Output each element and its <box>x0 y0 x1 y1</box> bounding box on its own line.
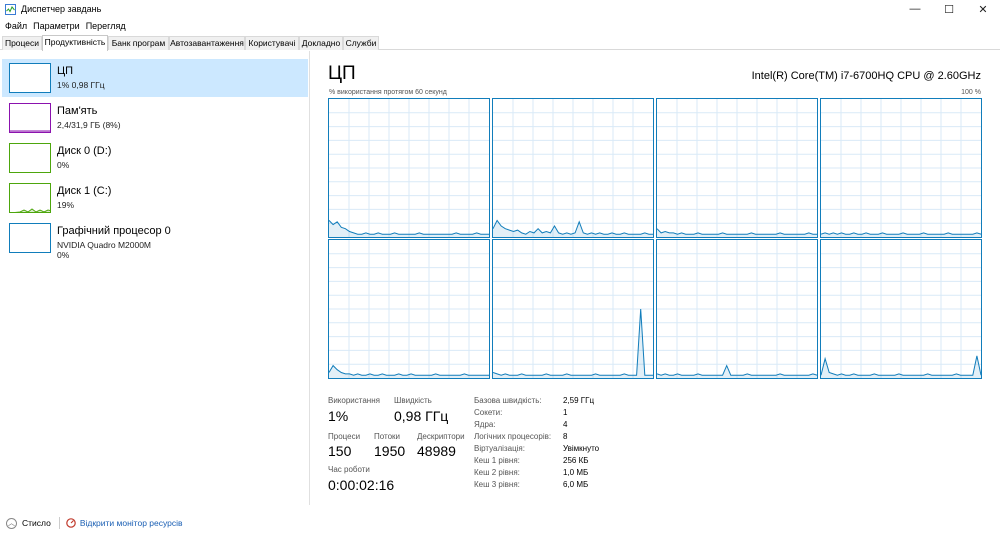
info-l2-value: 1,0 МБ <box>563 468 589 477</box>
sidebar-item-model: NVIDIA Quadro M2000M <box>57 240 152 250</box>
maximize-button[interactable]: ☐ <box>932 0 966 18</box>
sidebar-item-label: ЦП <box>57 65 74 77</box>
core-graph-0 <box>328 98 490 238</box>
sidebar-item-value: 19% <box>57 200 75 210</box>
sidebar-item-label: Диск 1 (C:) <box>57 185 112 197</box>
sidebar-item-disk-1[interactable]: Диск 1 (C:) 19% <box>2 179 308 217</box>
tab-performance[interactable]: Продуктивність <box>42 35 108 51</box>
threads-label: Потоки <box>374 432 401 441</box>
sidebar-item-gpu-0[interactable]: Графічний процесор 0 NVIDIA Quadro M2000… <box>2 219 308 263</box>
minimize-button[interactable]: — <box>898 0 932 18</box>
usage-label: Використання <box>328 396 380 405</box>
cpu-model-name: Intel(R) Core(TM) i7-6700HQ CPU @ 2.60GH… <box>751 70 981 82</box>
resource-monitor-label: Відкрити монітор ресурсів <box>79 518 183 528</box>
memory-thumbnail-graph <box>9 103 51 133</box>
info-cores-label: Ядра: <box>474 420 496 429</box>
info-l1-value: 256 КБ <box>563 456 589 465</box>
core-graph-2 <box>656 98 818 238</box>
footer-bar: ︿ Стисло Відкрити монітор ресурсів <box>0 512 1000 534</box>
info-base-speed-label: Базова швидкість: <box>474 396 542 405</box>
tab-app-history[interactable]: Банк програм <box>108 36 169 50</box>
close-button[interactable]: ✕ <box>966 0 1000 18</box>
info-l3-label: Кеш 3 рівня: <box>474 480 520 489</box>
threads-value: 1950 <box>374 443 406 459</box>
sidebar-item-label: Пам'ять <box>57 105 98 117</box>
menu-file[interactable]: Файл <box>2 21 30 31</box>
info-logical-value: 8 <box>563 432 568 441</box>
handles-label: Дескриптори <box>417 432 465 441</box>
tab-strip: Процеси Продуктивність Банк програм Авто… <box>0 35 1000 51</box>
core-graph-6 <box>656 239 818 379</box>
logical-processor-graphs <box>328 98 982 380</box>
sidebar-item-label: Графічний процесор 0 <box>57 225 171 237</box>
menu-view[interactable]: Перегляд <box>83 21 129 31</box>
info-l2-label: Кеш 2 рівня: <box>474 468 520 477</box>
usage-value: 1% <box>328 408 349 424</box>
speed-label: Швидкість <box>394 396 432 405</box>
tab-startup[interactable]: Автозавантаження <box>169 36 245 50</box>
menu-options[interactable]: Параметри <box>30 21 83 31</box>
info-cores-value: 4 <box>563 420 568 429</box>
core-graph-1 <box>492 98 654 238</box>
core-graph-7 <box>820 239 982 379</box>
gpu-thumbnail-graph <box>9 223 51 253</box>
sidebar-item-cpu[interactable]: ЦП 1% 0,98 ГГц <box>2 59 308 97</box>
menu-bar: Файл Параметри Перегляд <box>0 18 129 34</box>
chevron-up-icon: ︿ <box>6 517 17 529</box>
sidebar-item-label: Диск 0 (D:) <box>57 145 112 157</box>
resource-sidebar: ЦП 1% 0,98 ГГц Пам'ять 2,4/31,9 ГБ (8%) … <box>0 51 310 505</box>
core-graph-4 <box>328 239 490 379</box>
info-logical-label: Логічних процесорів: <box>474 432 552 441</box>
cpu-thumbnail-graph <box>9 63 51 93</box>
info-base-speed-value: 2,59 ГГц <box>563 396 595 405</box>
open-resource-monitor-link[interactable]: Відкрити монітор ресурсів <box>66 518 183 528</box>
sidebar-item-value: 0% <box>57 250 70 260</box>
info-sockets-label: Сокети: <box>474 408 503 417</box>
tab-details[interactable]: Докладно <box>299 36 343 50</box>
handles-value: 48989 <box>417 443 456 459</box>
fewer-details-label: Стисло <box>22 518 51 528</box>
info-virtualization-label: Віртуалізація: <box>474 444 525 453</box>
info-sockets-value: 1 <box>563 408 568 417</box>
page-title: ЦП <box>328 63 356 84</box>
tab-processes[interactable]: Процеси <box>2 36 42 50</box>
window-title: Диспетчер завдань <box>21 4 102 14</box>
resource-monitor-icon <box>66 518 76 528</box>
core-graph-3 <box>820 98 982 238</box>
uptime-value: 0:00:02:16 <box>328 477 395 493</box>
tab-services[interactable]: Служби <box>343 36 379 50</box>
info-l1-label: Кеш 1 рівня: <box>474 456 520 465</box>
info-l3-value: 6,0 МБ <box>563 480 589 489</box>
cpu-detail-panel: ЦП Intel(R) Core(TM) i7-6700HQ CPU @ 2.6… <box>311 51 1000 505</box>
fewer-details-button[interactable]: ︿ Стисло <box>6 517 51 529</box>
sidebar-item-disk-0[interactable]: Диск 0 (D:) 0% <box>2 139 308 177</box>
sidebar-item-memory[interactable]: Пам'ять 2,4/31,9 ГБ (8%) <box>2 99 308 137</box>
graph-max-label: 100 % <box>961 89 981 96</box>
sidebar-item-value: 0% <box>57 160 70 170</box>
processes-value: 150 <box>328 443 352 459</box>
tab-users[interactable]: Користувачі <box>245 36 299 50</box>
speed-value: 0,98 ГГц <box>394 408 449 424</box>
disk1-thumbnail-graph <box>9 183 51 213</box>
disk0-thumbnail-graph <box>9 143 51 173</box>
footer-divider <box>58 517 60 529</box>
core-usage-line <box>821 232 981 235</box>
task-manager-icon <box>5 3 16 15</box>
processes-label: Процеси <box>328 432 361 441</box>
title-bar: Диспетчер завдань — ☐ ✕ <box>0 0 1000 18</box>
info-virtualization-value: Увімкнуто <box>563 444 600 453</box>
sidebar-item-value: 2,4/31,9 ГБ (8%) <box>57 120 121 130</box>
uptime-label: Час роботи <box>328 465 370 474</box>
sidebar-item-value: 1% 0,98 ГГц <box>57 80 105 90</box>
graph-caption: % використання протягом 60 секунд <box>329 89 447 96</box>
core-graph-5 <box>492 239 654 379</box>
